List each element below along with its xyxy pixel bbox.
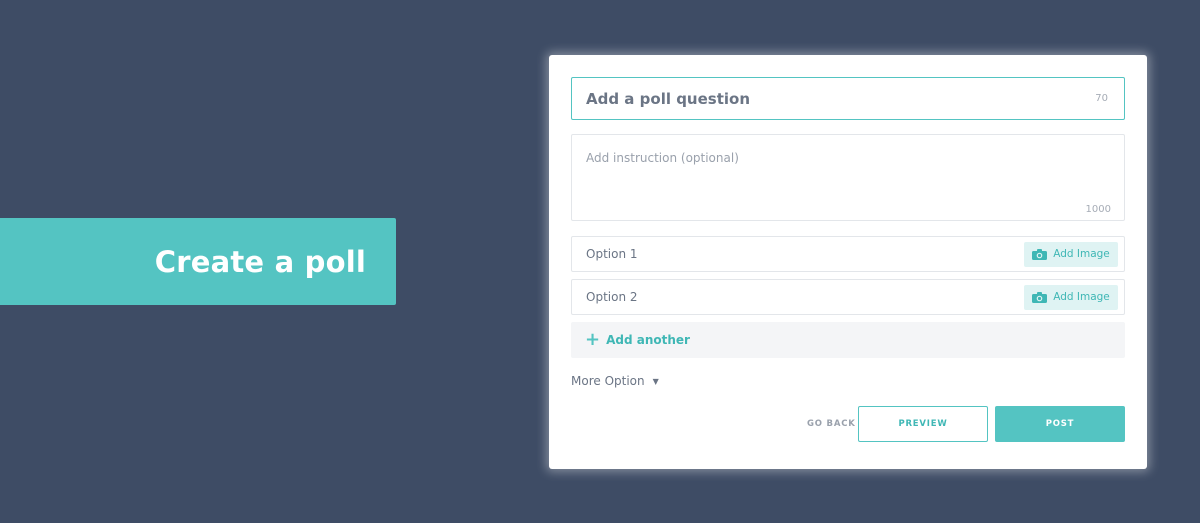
add-image-label: Add Image <box>1053 291 1110 303</box>
option-1-add-image-button[interactable]: Add Image <box>1024 241 1118 267</box>
poll-question-input[interactable]: Add a poll question 70 <box>571 77 1125 120</box>
question-char-counter: 70 <box>1095 93 1108 104</box>
more-option-label: More Option <box>571 374 645 388</box>
poll-question-placeholder: Add a poll question <box>586 89 751 108</box>
instruction-placeholder: Add instruction (optional) <box>586 151 739 165</box>
preview-label: PREVIEW <box>898 419 948 429</box>
post-button[interactable]: POST <box>995 406 1125 442</box>
add-another-label: Add another <box>606 333 690 347</box>
camera-icon <box>1032 248 1048 260</box>
caret-down-icon: ▼ <box>652 376 659 386</box>
option-2-input[interactable]: Option 2 Add Image <box>571 279 1125 315</box>
page-title: Create a poll <box>154 244 366 279</box>
camera-icon <box>1032 291 1048 303</box>
option-1-input[interactable]: Option 1 Add Image <box>571 236 1125 272</box>
option-2-placeholder: Option 2 <box>586 290 638 304</box>
add-another-option-button[interactable]: + Add another <box>571 322 1125 358</box>
preview-button[interactable]: PREVIEW <box>858 406 988 442</box>
go-back-button[interactable]: GO BACK <box>807 419 856 429</box>
option-1-placeholder: Option 1 <box>586 247 638 261</box>
poll-form-card: Add a poll question 70 Add instruction (… <box>549 55 1147 469</box>
post-label: POST <box>1045 419 1075 429</box>
more-option-toggle[interactable]: More Option ▼ <box>571 374 659 388</box>
add-image-label: Add Image <box>1053 248 1110 260</box>
page-banner: Create a poll <box>0 218 396 305</box>
plus-icon: + <box>585 329 601 350</box>
instruction-textarea[interactable]: Add instruction (optional) 1000 <box>571 134 1125 221</box>
option-2-add-image-button[interactable]: Add Image <box>1024 284 1118 310</box>
instruction-char-counter: 1000 <box>1085 204 1111 215</box>
